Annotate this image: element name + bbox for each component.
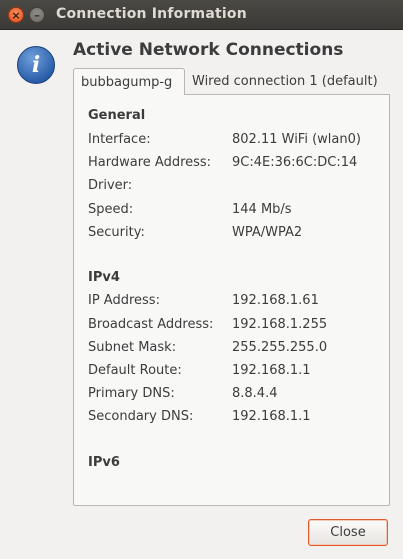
detail-label: Broadcast Address:: [88, 317, 214, 332]
tab-label: bubbagump-g: [81, 74, 173, 90]
window-title: Connection Information: [56, 6, 247, 22]
detail-row-default-route: Default Route: 192.168.1.1: [88, 363, 388, 383]
window-minimize-icon[interactable]: –: [29, 7, 45, 23]
detail-row-ip-address: IP Address: 192.168.1.61: [88, 293, 388, 313]
detail-value: 8.8.4.4: [232, 386, 278, 401]
section-title-general: General: [88, 108, 146, 123]
detail-label: Speed:: [88, 202, 134, 217]
connection-details-panel: General Interface: 802.11 WiFi (wlan0) H…: [73, 94, 390, 506]
detail-row-subnet-mask: Subnet Mask: 255.255.255.0: [88, 340, 388, 360]
detail-value: 144 Mb/s: [232, 202, 292, 217]
detail-label: Hardware Address:: [88, 155, 212, 170]
detail-row-hardware-address: Hardware Address: 9C:4E:36:6C:DC:14: [88, 155, 388, 175]
detail-value: 192.168.1.1: [232, 409, 311, 424]
detail-label: IP Address:: [88, 293, 160, 308]
section-title-ipv4: IPv4: [88, 270, 120, 285]
detail-row-speed: Speed: 144 Mb/s: [88, 202, 388, 222]
detail-label: Secondary DNS:: [88, 409, 194, 424]
detail-label: Primary DNS:: [88, 386, 175, 401]
connection-info-window: × – Connection Information i Active Netw…: [0, 0, 403, 559]
page-title: Active Network Connections: [73, 40, 344, 60]
detail-row-primary-dns: Primary DNS: 8.8.4.4: [88, 386, 388, 406]
detail-label: Default Route:: [88, 363, 182, 378]
info-icon: i: [17, 46, 55, 84]
detail-value: 255.255.255.0: [232, 340, 328, 355]
title-bar: × – Connection Information: [0, 0, 403, 30]
close-button[interactable]: Close: [308, 519, 388, 546]
tab-wired-connection-1[interactable]: Wired connection 1 (default): [186, 68, 390, 95]
detail-value: WPA/WPA2: [232, 225, 303, 240]
detail-value: 192.168.1.255: [232, 317, 328, 332]
detail-value: 9C:4E:36:6C:DC:14: [232, 155, 358, 170]
detail-row-broadcast-address: Broadcast Address: 192.168.1.255: [88, 317, 388, 337]
detail-value: 192.168.1.1: [232, 363, 311, 378]
detail-row-security: Security: WPA/WPA2: [88, 225, 388, 245]
detail-value: 802.11 WiFi (wlan0): [232, 132, 361, 147]
detail-row-driver: Driver:: [88, 178, 388, 198]
tab-label: Wired connection 1 (default): [192, 73, 378, 89]
detail-label: Subnet Mask:: [88, 340, 177, 355]
window-close-icon[interactable]: ×: [8, 7, 24, 23]
tab-bubbagump-g[interactable]: bubbagump-g: [73, 68, 185, 95]
detail-label: Driver:: [88, 178, 133, 193]
detail-label: Security:: [88, 225, 145, 240]
detail-row-interface: Interface: 802.11 WiFi (wlan0): [88, 132, 388, 152]
detail-value: 192.168.1.61: [232, 293, 319, 308]
section-title-ipv6: IPv6: [88, 455, 120, 470]
detail-row-secondary-dns: Secondary DNS: 192.168.1.1: [88, 409, 388, 429]
detail-label: Interface:: [88, 132, 151, 147]
